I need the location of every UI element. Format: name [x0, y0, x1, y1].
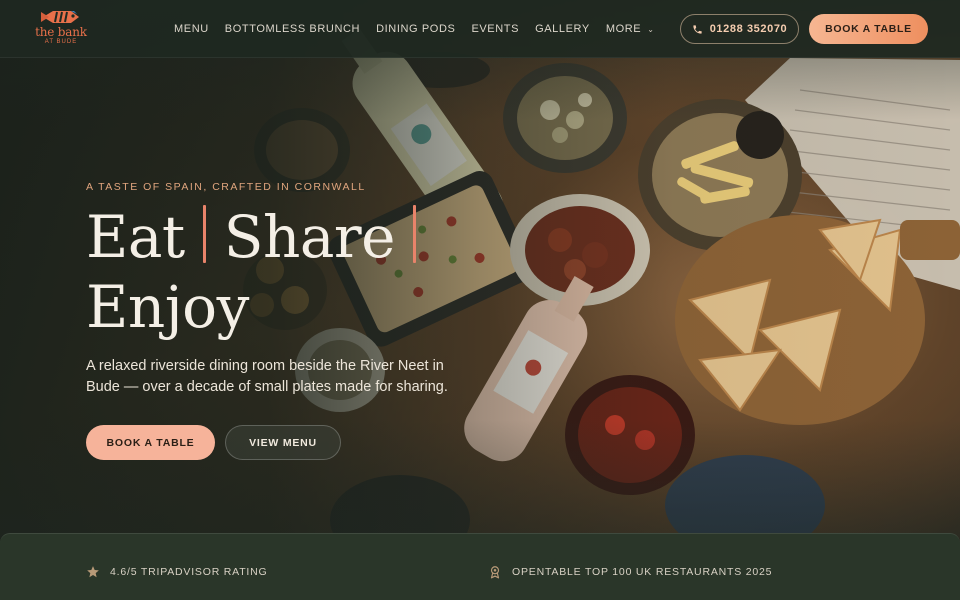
view-menu-button[interactable]: VIEW MENU	[225, 425, 341, 460]
brand-subtitle: AT BUDE	[44, 39, 78, 45]
book-table-nav-button[interactable]: BOOK A TABLE	[809, 14, 928, 44]
book-table-button[interactable]: BOOK A TABLE	[86, 425, 215, 460]
opentable-badge: OPENTABLE TOP 100 UK RESTAURANTS 2025	[488, 565, 772, 579]
headline-word-share: Share	[223, 203, 396, 271]
star-icon	[87, 566, 99, 578]
tripadvisor-badge: 4.6/5 TRIPADVISOR RATING	[86, 565, 267, 579]
headline-divider	[202, 205, 206, 263]
hero-eyebrow: A TASTE OF SPAIN, CRAFTED IN CORNWALL	[86, 181, 366, 193]
nav-item-gallery[interactable]: GALLERY	[535, 23, 590, 35]
fish-logo-icon	[41, 11, 79, 23]
nav-item-more[interactable]: MORE ⌄	[606, 23, 655, 35]
nav-item-label: EVENTS	[471, 23, 520, 35]
hero-headline: Eat Share Enjoy	[86, 202, 506, 342]
badge-label: 4.6/5 TRIPADVISOR RATING	[110, 566, 268, 578]
award-icon	[490, 566, 500, 579]
brand-logo[interactable]: the bank AT BUDE	[30, 9, 92, 51]
headline-word-enjoy: Enjoy	[86, 273, 249, 341]
headline-divider	[412, 205, 416, 263]
headline-word-eat: Eat	[86, 203, 185, 271]
nav-item-label: MENU	[174, 23, 209, 35]
nav-item-label: GALLERY	[535, 23, 590, 35]
nav-item-menu[interactable]: MENU	[174, 23, 209, 35]
nav-item-dining-pods[interactable]: DINING PODS	[376, 23, 455, 35]
badge-label: OPENTABLE TOP 100 UK RESTAURANTS 2025	[512, 566, 773, 578]
top-nav: the bank AT BUDE MENU BOTTOMLESS BRUNCH …	[0, 0, 960, 58]
brand-name: the bank	[35, 25, 87, 39]
phone-number: 01288 352070	[709, 23, 788, 35]
main-menu: MENU BOTTOMLESS BRUNCH DINING PODS EVENT…	[174, 0, 655, 58]
phone-button[interactable]: 01288 352070	[680, 14, 799, 44]
chevron-down-icon: ⌄	[647, 24, 655, 34]
nav-item-bottomless-brunch[interactable]: BOTTOMLESS BRUNCH	[225, 23, 360, 35]
nav-item-events[interactable]: EVENTS	[471, 23, 519, 35]
phone-icon	[693, 24, 702, 34]
hero-description: A relaxed riverside dining room beside t…	[86, 358, 448, 395]
nav-item-label: MORE	[605, 23, 642, 35]
nav-item-label: DINING PODS	[376, 23, 456, 35]
nav-item-label: BOTTOMLESS BRUNCH	[224, 23, 361, 35]
